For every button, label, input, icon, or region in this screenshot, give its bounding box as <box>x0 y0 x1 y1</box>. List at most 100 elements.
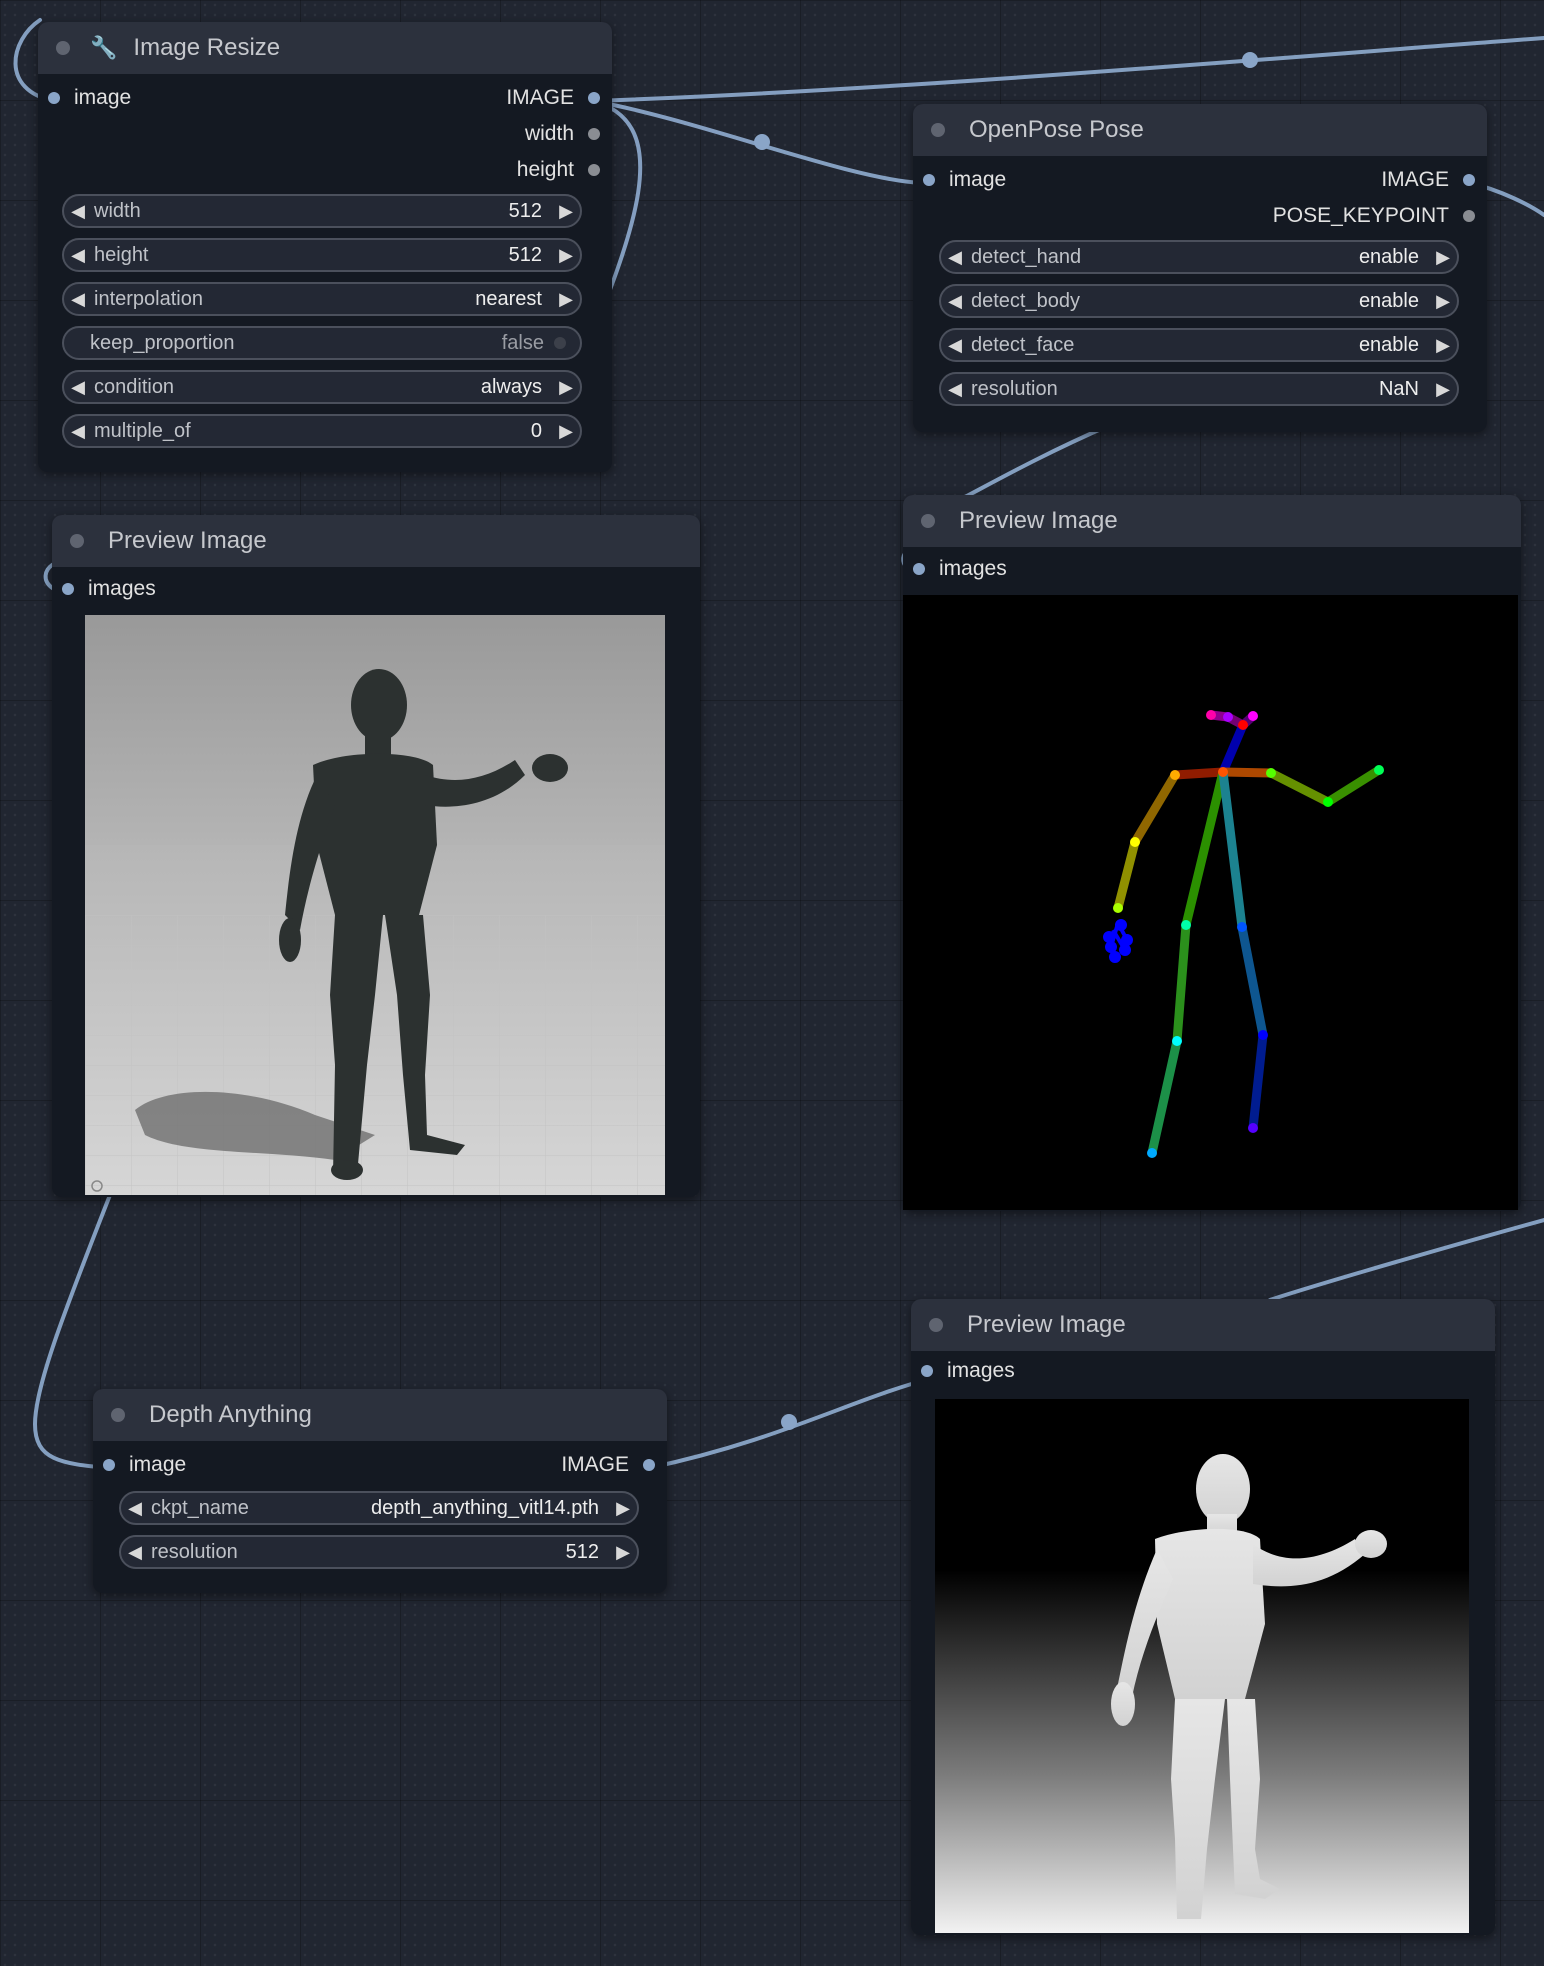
node-title: OpenPose Pose <box>969 116 1144 143</box>
slot-dot[interactable] <box>62 583 74 595</box>
reroute-dot <box>1242 52 1258 68</box>
widget-value[interactable]: depth_anything_vitl14.pth <box>371 1497 609 1520</box>
widget-interpolation[interactable]: ◀ interpolation nearest ▶ <box>62 282 582 316</box>
input-slot-image[interactable]: image <box>103 1447 186 1483</box>
widget-value[interactable]: 512 <box>509 200 552 223</box>
widget-value[interactable]: always <box>481 376 552 399</box>
increment-arrow[interactable]: ▶ <box>552 201 580 222</box>
collapse-toggle[interactable] <box>70 534 84 548</box>
input-slot-image[interactable]: image <box>48 80 131 116</box>
increment-arrow[interactable]: ▶ <box>1429 379 1457 400</box>
node-title: Depth Anything <box>149 1401 312 1428</box>
widget-label: multiple_of <box>94 419 191 442</box>
widget-label: interpolation <box>94 287 203 310</box>
node-header[interactable]: Preview Image <box>911 1299 1495 1351</box>
increment-arrow[interactable]: ▶ <box>609 1542 637 1563</box>
decrement-arrow[interactable]: ◀ <box>64 201 92 222</box>
widget-resolution[interactable]: ◀ resolution NaN ▶ <box>939 372 1459 406</box>
input-slot-image[interactable]: image <box>923 162 1006 198</box>
widget-value[interactable]: enable <box>1359 290 1429 313</box>
widget-value[interactable]: NaN <box>1379 378 1429 401</box>
increment-arrow[interactable]: ▶ <box>1429 291 1457 312</box>
openpose-node[interactable]: OpenPose Pose image IMAGE POSE_KEYPOINT … <box>913 104 1487 432</box>
widget-ckpt-name[interactable]: ◀ ckpt_name depth_anything_vitl14.pth ▶ <box>119 1491 639 1525</box>
output-slot-width[interactable]: width <box>525 116 600 152</box>
widget-condition[interactable]: ◀ condition always ▶ <box>62 370 582 404</box>
slot-dot[interactable] <box>588 128 600 140</box>
slot-dot[interactable] <box>913 563 925 575</box>
decrement-arrow[interactable]: ◀ <box>941 291 969 312</box>
decrement-arrow[interactable]: ◀ <box>941 379 969 400</box>
collapse-toggle[interactable] <box>929 1318 943 1332</box>
slot-dot[interactable] <box>103 1459 115 1471</box>
collapse-toggle[interactable] <box>931 123 945 137</box>
preview-image-node-pose[interactable]: Preview Image images <box>903 495 1521 1211</box>
widget-keep-proportion-toggle[interactable]: keep_proportion false <box>62 326 582 360</box>
widget-value[interactable]: 0 <box>531 420 552 443</box>
widget-value[interactable]: enable <box>1359 246 1429 269</box>
input-slot-images[interactable]: images <box>913 551 1007 587</box>
node-header[interactable]: OpenPose Pose <box>913 104 1487 156</box>
output-slot-image[interactable]: IMAGE <box>561 1447 655 1483</box>
widget-detect-face[interactable]: ◀ detect_face enable ▶ <box>939 328 1459 362</box>
image-resize-node[interactable]: 🔧 Image Resize image IMAGE width height … <box>38 22 612 472</box>
slot-dot[interactable] <box>588 92 600 104</box>
widget-value[interactable]: nearest <box>475 288 552 311</box>
widget-value[interactable]: 512 <box>509 244 552 267</box>
widget-label: keep_proportion <box>90 331 235 354</box>
widget-value[interactable]: false <box>502 332 554 355</box>
slot-dot[interactable] <box>921 1365 933 1377</box>
node-title: Preview Image <box>108 527 267 554</box>
depth-anything-node[interactable]: Depth Anything image IMAGE ◀ ckpt_name d… <box>93 1389 667 1593</box>
widget-value[interactable]: enable <box>1359 334 1429 357</box>
toggle-indicator[interactable] <box>554 337 566 349</box>
output-slot-image[interactable]: IMAGE <box>506 80 600 116</box>
slot-dot[interactable] <box>1463 210 1475 222</box>
widget-height[interactable]: ◀ height 512 ▶ <box>62 238 582 272</box>
increment-arrow[interactable]: ▶ <box>552 421 580 442</box>
input-slot-images[interactable]: images <box>62 571 156 607</box>
slot-dot[interactable] <box>588 164 600 176</box>
slot-dot[interactable] <box>48 92 60 104</box>
output-slot-height[interactable]: height <box>517 152 600 188</box>
decrement-arrow[interactable]: ◀ <box>64 421 92 442</box>
increment-arrow[interactable]: ▶ <box>1429 247 1457 268</box>
wire-right-to-depth-preview <box>1268 1218 1544 1302</box>
preview-image-node-original[interactable]: Preview Image images <box>52 515 700 1197</box>
increment-arrow[interactable]: ▶ <box>552 289 580 310</box>
node-header[interactable]: Preview Image <box>52 515 700 567</box>
output-slot-image[interactable]: IMAGE <box>1381 162 1475 198</box>
slot-label: images <box>939 557 1007 580</box>
decrement-arrow[interactable]: ◀ <box>64 245 92 266</box>
decrement-arrow[interactable]: ◀ <box>64 377 92 398</box>
widget-detect-body[interactable]: ◀ detect_body enable ▶ <box>939 284 1459 318</box>
decrement-arrow[interactable]: ◀ <box>941 247 969 268</box>
input-slot-images[interactable]: images <box>921 1353 1015 1389</box>
collapse-toggle[interactable] <box>111 1408 125 1422</box>
collapse-toggle[interactable] <box>921 514 935 528</box>
widget-label: height <box>94 243 149 266</box>
slot-dot[interactable] <box>643 1459 655 1471</box>
node-header[interactable]: Preview Image <box>903 495 1521 547</box>
widget-detect-hand[interactable]: ◀ detect_hand enable ▶ <box>939 240 1459 274</box>
node-header[interactable]: 🔧 Image Resize <box>38 22 612 74</box>
slot-label: POSE_KEYPOINT <box>1272 204 1449 227</box>
decrement-arrow[interactable]: ◀ <box>121 1542 149 1563</box>
slot-dot[interactable] <box>923 174 935 186</box>
increment-arrow[interactable]: ▶ <box>609 1498 637 1519</box>
widget-resolution[interactable]: ◀ resolution 512 ▶ <box>119 1535 639 1569</box>
output-slot-pose-keypoint[interactable]: POSE_KEYPOINT <box>1273 198 1475 234</box>
node-header[interactable]: Depth Anything <box>93 1389 667 1441</box>
widget-multiple-of[interactable]: ◀ multiple_of 0 ▶ <box>62 414 582 448</box>
increment-arrow[interactable]: ▶ <box>552 377 580 398</box>
decrement-arrow[interactable]: ◀ <box>121 1498 149 1519</box>
increment-arrow[interactable]: ▶ <box>552 245 580 266</box>
widget-value[interactable]: 512 <box>566 1541 609 1564</box>
collapse-toggle[interactable] <box>56 41 70 55</box>
widget-width[interactable]: ◀ width 512 ▶ <box>62 194 582 228</box>
preview-image-node-depth[interactable]: Preview Image images <box>911 1299 1495 1935</box>
decrement-arrow[interactable]: ◀ <box>64 289 92 310</box>
slot-dot[interactable] <box>1463 174 1475 186</box>
increment-arrow[interactable]: ▶ <box>1429 335 1457 356</box>
decrement-arrow[interactable]: ◀ <box>941 335 969 356</box>
